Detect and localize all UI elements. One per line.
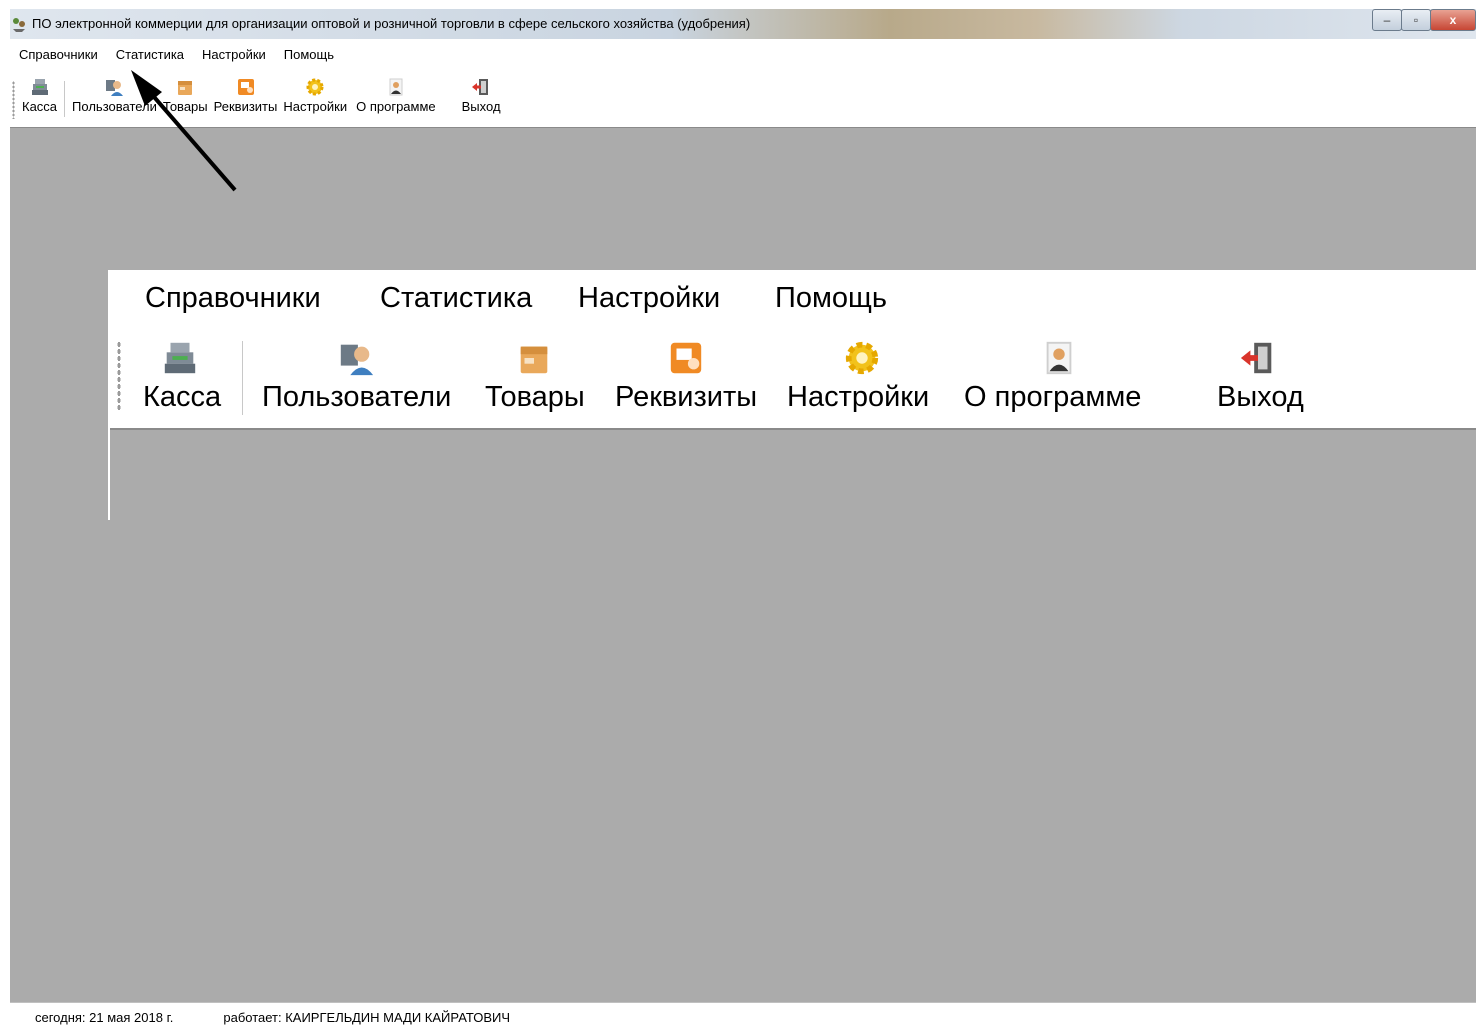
goods-label: Товары [162, 99, 208, 114]
zoomed-cash-label: Касса [143, 381, 222, 413]
window-controls: – ▫ x [1372, 9, 1476, 31]
info-person-icon [389, 78, 403, 96]
title-bar[interactable]: ПО электронной коммерции для организации… [10, 9, 1476, 39]
users-button[interactable]: Пользователи [69, 69, 160, 114]
maximize-icon: ▫ [1413, 13, 1419, 27]
exit-button[interactable]: Выход [450, 69, 504, 114]
app-icon [13, 18, 25, 32]
zoomed-about-label: О программе [964, 381, 1142, 413]
exit-door-icon [472, 79, 489, 95]
cash-button[interactable]: Касса [19, 69, 60, 114]
status-bar: сегодня: 21 мая 2018 г. работает: КАИРГЕ… [10, 1002, 1476, 1030]
info-person-icon [1046, 341, 1072, 375]
main-window: ПО электронной коммерции для организации… [10, 9, 1476, 1030]
zoomed-toolbar-separator [242, 341, 243, 415]
menu-bar: Справочники Статистика Настройки Помощь [10, 39, 1476, 69]
zoomed-exit-label: Выход [1217, 381, 1304, 413]
zoomed-details-label: Реквизиты [615, 381, 758, 413]
window-title: ПО электронной коммерции для организации… [32, 16, 751, 31]
settings-button[interactable]: Настройки [280, 69, 350, 114]
zoomed-menu-bar: Справочники Статистика Настройки Помощь [108, 270, 1476, 331]
zoomed-frame-edge [108, 428, 110, 520]
gear-icon [845, 341, 879, 375]
zoomed-users-label: Пользователи [262, 381, 452, 413]
users-label: Пользователи [72, 99, 157, 114]
zoomed-menu-directories[interactable]: Справочники [145, 282, 321, 315]
details-button[interactable]: Реквизиты [211, 69, 281, 114]
cash-register-icon [31, 79, 48, 95]
toolbar-separator [64, 81, 66, 117]
menu-directories[interactable]: Справочники [10, 47, 105, 62]
about-button[interactable]: О программе [350, 69, 450, 114]
zoomed-menu-statistics[interactable]: Статистика [380, 282, 532, 315]
zoomed-toolbar-grip[interactable] [117, 341, 121, 411]
about-label: О программе [356, 99, 436, 114]
goods-button[interactable]: Товары [160, 69, 211, 114]
details-icon [670, 342, 702, 374]
zoomed-menu-settings[interactable]: Настройки [578, 282, 720, 315]
status-date: сегодня: 21 мая 2018 г. [35, 1009, 174, 1025]
users-icon [106, 80, 124, 96]
box-icon [178, 81, 193, 95]
settings-label: Настройки [283, 99, 348, 114]
status-user: работает: КАИРГЕЛЬДИН МАДИ КАЙРАТОВИЧ [223, 1009, 511, 1025]
minimize-button[interactable]: – [1372, 9, 1402, 31]
minimize-icon: – [1383, 13, 1391, 27]
details-label: Реквизиты [213, 99, 278, 114]
details-icon [237, 79, 254, 95]
cash-register-icon [164, 342, 196, 374]
zoomed-settings-label: Настройки [787, 381, 930, 413]
menu-help[interactable]: Помощь [273, 47, 341, 62]
close-icon: x [1449, 13, 1457, 27]
exit-door-icon [1240, 342, 1272, 374]
toolbar-grip[interactable] [12, 81, 15, 119]
close-button[interactable]: x [1430, 9, 1476, 31]
zoomed-toolbar: Касса Пользователи Товары Реквизиты Наст… [108, 331, 1476, 430]
zoomed-toolbar-callout: Справочники Статистика Настройки Помощь … [108, 270, 1476, 520]
cash-label: Касса [22, 99, 58, 114]
gear-icon [306, 78, 324, 96]
exit-label: Выход [461, 99, 501, 114]
menu-statistics[interactable]: Статистика [105, 47, 191, 62]
toolbar: Касса Пользователи Товары Реквизиты Наст… [10, 69, 1476, 128]
users-icon [340, 344, 374, 376]
maximize-button[interactable]: ▫ [1401, 9, 1431, 31]
menu-settings[interactable]: Настройки [191, 47, 273, 62]
zoomed-menu-help[interactable]: Помощь [775, 282, 887, 315]
zoomed-goods-label: Товары [485, 381, 585, 413]
box-icon [520, 346, 548, 374]
